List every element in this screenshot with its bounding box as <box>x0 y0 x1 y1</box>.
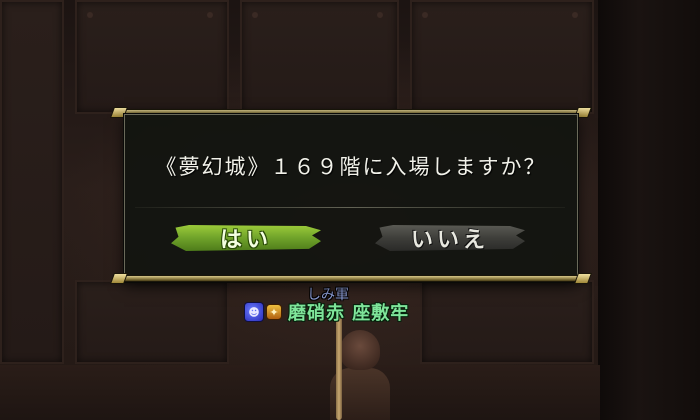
no-button-label: いいえ <box>410 227 489 253</box>
player-name: 磨硝赤 座敷牢 <box>288 303 410 324</box>
wooden-pillar <box>598 0 700 420</box>
dialog-bottom-bar <box>109 273 593 284</box>
wall-panel <box>240 0 399 114</box>
wall-stud <box>572 12 578 18</box>
player-character[interactable] <box>320 320 390 420</box>
character-head <box>340 330 380 370</box>
character-staff <box>336 312 342 420</box>
game-scene: しみ軍 ☻ ✦ 磨硝赤 座敷牢 《夢幻城》１６９階に入場しますか？ はい いいえ <box>0 0 700 420</box>
no-button[interactable]: いいえ <box>375 221 525 255</box>
wall-panel <box>420 280 594 364</box>
dialog-divider <box>135 207 565 208</box>
wall-stud <box>207 12 213 18</box>
wall-panel <box>75 0 229 114</box>
dialog-message: 《夢幻城》１６９階に入場しますか？ <box>155 155 547 179</box>
player-nameplate: ☻ ✦ 磨硝赤 座敷牢 <box>244 300 409 324</box>
yes-button[interactable]: はい <box>171 221 321 255</box>
wall-stud <box>377 12 383 18</box>
gold-rank-icon: ✦ <box>266 304 282 320</box>
wall-stud <box>422 12 428 18</box>
wall-stud <box>87 12 93 18</box>
yes-button-label: はい <box>219 227 272 253</box>
wall-stud <box>252 12 258 18</box>
wall-panel <box>410 0 594 114</box>
confirm-dialog: 《夢幻城》１６９階に入場しますか？ はい いいえ <box>124 114 578 282</box>
wall-panel <box>0 0 64 364</box>
blue-faction-crest-icon: ☻ <box>244 302 264 322</box>
wall-panel <box>75 280 229 364</box>
floor <box>0 365 600 420</box>
